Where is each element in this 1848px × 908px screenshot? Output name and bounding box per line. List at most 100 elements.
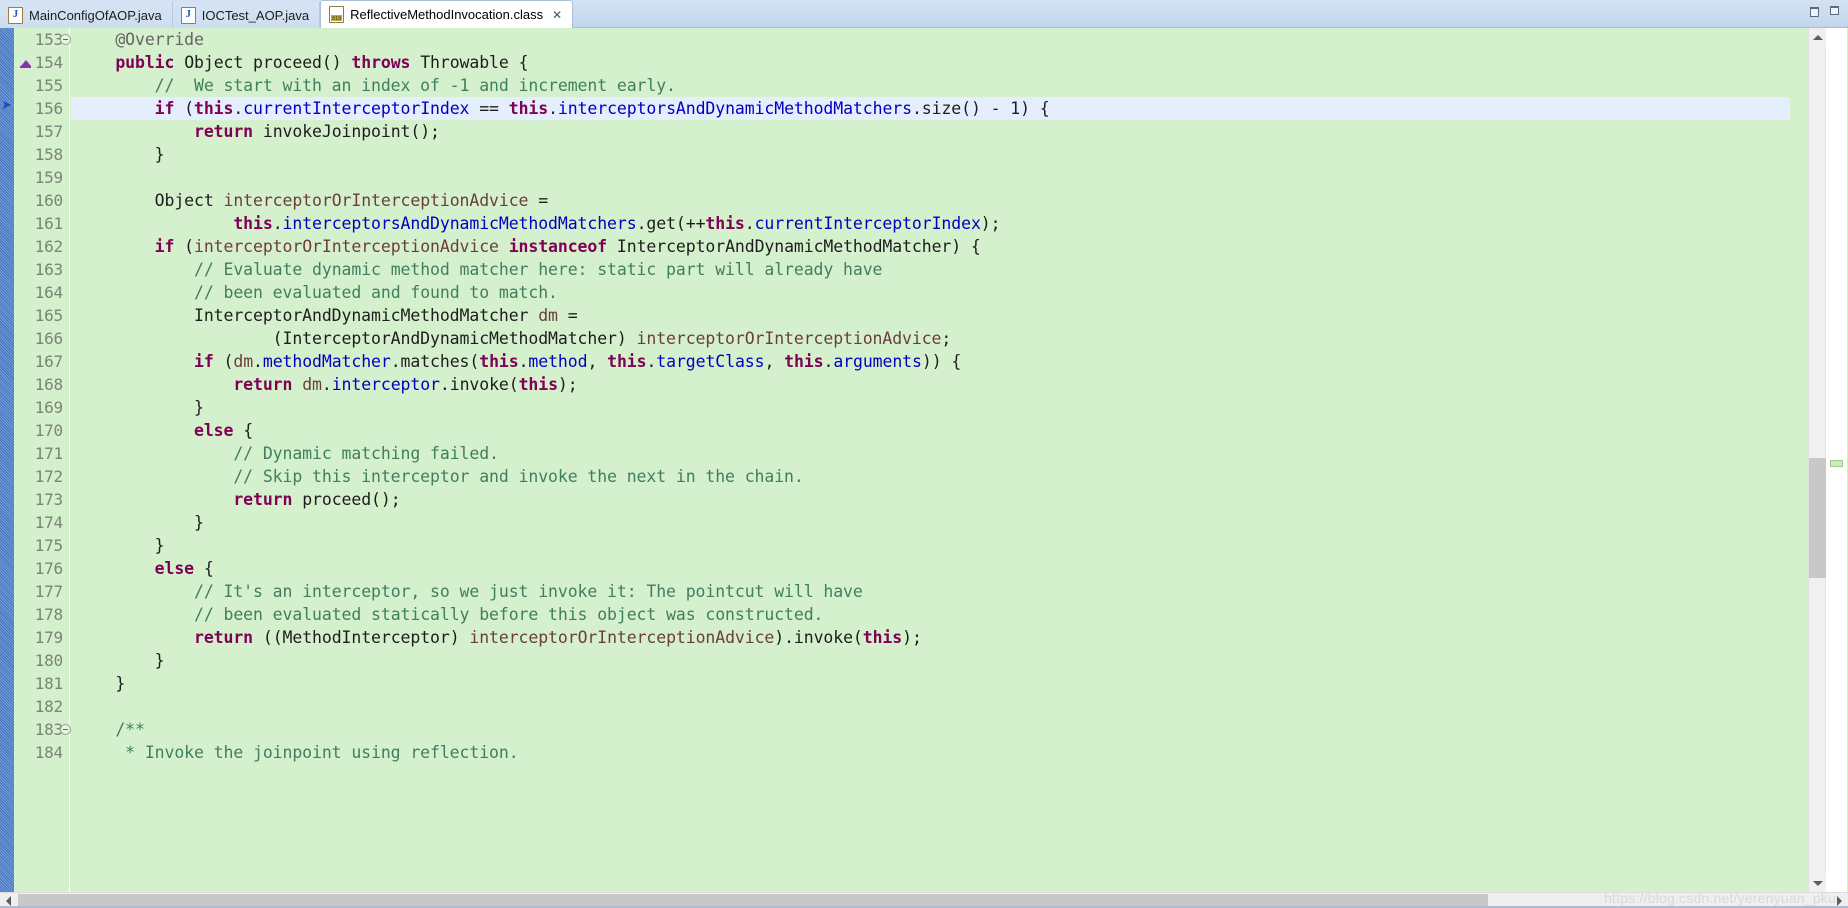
line-number: 164 xyxy=(34,283,64,302)
code-line[interactable] xyxy=(71,695,1790,718)
debug-current-instruction-arrow-icon[interactable] xyxy=(1,98,16,117)
code-line[interactable]: // Evaluate dynamic method matcher here:… xyxy=(71,258,1790,281)
code-token: return xyxy=(233,490,293,509)
code-token: interceptorOrInterceptionAdvice xyxy=(194,237,499,256)
minimize-button[interactable] xyxy=(1809,5,1820,17)
code-line-text: // Evaluate dynamic method matcher here:… xyxy=(76,260,882,279)
line-number: 155 xyxy=(34,76,64,95)
java-file-icon xyxy=(8,6,23,24)
code-token: interceptorOrInterceptionAdvice xyxy=(223,191,529,210)
code-line[interactable]: if (this.currentInterceptorIndex == this… xyxy=(71,97,1790,120)
vertical-scrollbar[interactable] xyxy=(1808,28,1826,892)
code-line[interactable]: @Override xyxy=(71,28,1790,51)
chevron-right-icon xyxy=(1837,895,1842,906)
code-viewport[interactable]: @Override public Object proceed() throws… xyxy=(71,28,1790,892)
code-line[interactable]: return dm.interceptor.invoke(this); xyxy=(71,373,1790,396)
code-line[interactable]: if (dm.methodMatcher.matches(this.method… xyxy=(71,350,1790,373)
override-method-marker-icon[interactable] xyxy=(20,56,33,69)
editor-tab-1[interactable]: MainConfigOfAOP.java xyxy=(0,2,173,28)
code-token: ); xyxy=(557,375,578,394)
code-line[interactable]: // been evaluated and found to match. xyxy=(71,281,1790,304)
fold-collapse-icon[interactable] xyxy=(60,34,71,45)
code-line[interactable]: this.interceptorsAndDynamicMethodMatcher… xyxy=(71,212,1790,235)
editor-tab-label: ReflectiveMethodInvocation.class xyxy=(350,7,544,22)
code-line[interactable]: (InterceptorAndDynamicMethodMatcher) int… xyxy=(71,327,1790,350)
window-controls xyxy=(1809,5,1840,17)
line-number: 178 xyxy=(34,605,64,624)
code-line[interactable]: * Invoke the joinpoint using reflection. xyxy=(71,741,1790,764)
code-line[interactable]: if (interceptorOrInterceptionAdvice inst… xyxy=(71,235,1790,258)
code-token: targetClass xyxy=(656,352,765,371)
code-token: this xyxy=(784,352,824,371)
code-line[interactable]: /** xyxy=(71,718,1790,741)
scroll-down-button[interactable] xyxy=(1809,874,1826,892)
line-number-gutter[interactable]: 153 154 155 156 157 158 159 160 161 162 163 164 165 1… xyxy=(14,28,70,892)
code-line[interactable]: else { xyxy=(71,419,1790,442)
chevron-down-icon xyxy=(1812,880,1823,886)
code-line[interactable]: // Dynamic matching failed. xyxy=(71,442,1790,465)
code-token: } xyxy=(76,651,165,670)
code-token: . xyxy=(646,352,657,371)
code-line[interactable]: return invokeJoinpoint(); xyxy=(71,120,1790,143)
code-line[interactable]: } xyxy=(71,672,1790,695)
code-line[interactable]: // Skip this interceptor and invoke the … xyxy=(71,465,1790,488)
line-number: 183 xyxy=(34,720,64,739)
scroll-up-button[interactable] xyxy=(1809,28,1826,46)
code-token: . xyxy=(518,352,529,371)
code-line[interactable]: InterceptorAndDynamicMethodMatcher dm = xyxy=(71,304,1790,327)
line-number: 173 xyxy=(34,490,64,509)
code-line[interactable]: else { xyxy=(71,557,1790,580)
code-line[interactable]: } xyxy=(71,649,1790,672)
overview-ruler[interactable] xyxy=(1825,28,1847,892)
code-token: .size() - 1) { xyxy=(911,99,1050,118)
eclipse-editor-window: MainConfigOfAOP.java IOCTest_AOP.java Refl… xyxy=(0,0,1848,908)
code-line-text: } xyxy=(76,536,165,555)
code-token: . xyxy=(823,352,834,371)
editor-tab-3[interactable]: ReflectiveMethodInvocation.class ✕ xyxy=(320,0,574,29)
code-line[interactable]: // been evaluated statically before this… xyxy=(71,603,1790,626)
code-token: // It's an interceptor, so we just invok… xyxy=(194,582,863,601)
code-line[interactable]: } xyxy=(71,396,1790,419)
code-line[interactable]: } xyxy=(71,143,1790,166)
code-line[interactable] xyxy=(71,166,1790,189)
code-token: /** xyxy=(115,720,145,739)
code-token: invokeJoinpoint(); xyxy=(253,122,440,141)
source-code-text[interactable]: @Override public Object proceed() throws… xyxy=(71,28,1790,764)
code-line[interactable]: } xyxy=(71,534,1790,557)
line-number: 174 xyxy=(34,513,64,532)
code-editor[interactable]: 153 154 155 156 157 158 159 160 161 162 163 164 165 1… xyxy=(0,28,1848,908)
line-number: 176 xyxy=(34,559,64,578)
code-line[interactable]: Object interceptorOrInterceptionAdvice = xyxy=(71,189,1790,212)
overview-ruler-mark[interactable] xyxy=(1830,460,1843,467)
code-line[interactable]: return ((MethodInterceptor) interceptorO… xyxy=(71,626,1790,649)
fold-collapse-icon[interactable] xyxy=(60,724,71,735)
code-token: dm xyxy=(302,375,322,394)
code-line-text: if (this.currentInterceptorIndex == this… xyxy=(76,99,1050,118)
maximize-button[interactable] xyxy=(1829,5,1840,16)
code-line[interactable]: } xyxy=(71,511,1790,534)
code-token: interceptorOrInterceptionAdvice xyxy=(636,329,942,348)
code-line[interactable]: return proceed(); xyxy=(71,488,1790,511)
code-line[interactable]: public Object proceed() throws Throwable… xyxy=(71,51,1790,74)
code-line[interactable]: // We start with an index of -1 and incr… xyxy=(71,74,1790,97)
editor-tab-2[interactable]: IOCTest_AOP.java xyxy=(172,2,321,28)
annotation-change-bar[interactable] xyxy=(0,28,14,892)
code-token: . xyxy=(321,375,332,394)
code-line[interactable]: // It's an interceptor, so we just invok… xyxy=(71,580,1790,603)
line-number: 177 xyxy=(34,582,64,601)
code-token: } xyxy=(76,674,126,693)
code-token: .matches( xyxy=(390,352,480,371)
code-token: this xyxy=(508,99,549,118)
code-line-text: // been evaluated and found to match. xyxy=(76,283,558,302)
right-scroll-area xyxy=(1790,28,1848,892)
code-token: ((MethodInterceptor) xyxy=(253,628,470,647)
code-token: dm xyxy=(538,306,558,325)
close-tab-icon[interactable]: ✕ xyxy=(552,9,562,21)
vertical-scrollbar-thumb[interactable] xyxy=(1809,458,1826,578)
